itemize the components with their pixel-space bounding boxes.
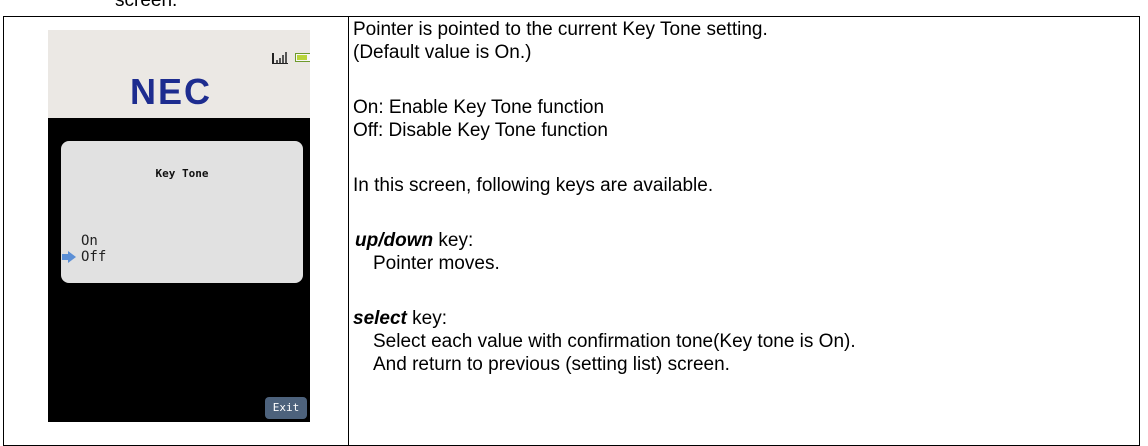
- updown-key-heading: up/down key:: [355, 229, 473, 252]
- exit-button[interactable]: Exit: [265, 397, 307, 419]
- phone-screen: NEC Key Tone On Off Exit: [48, 30, 310, 422]
- off-description: Off: Disable Key Tone function: [353, 120, 608, 141]
- section-heading-cut: screen.: [115, 0, 178, 11]
- screenshot-cell: NEC Key Tone On Off Exit: [3, 16, 349, 446]
- signal-strength-icon: [272, 52, 288, 64]
- updown-key-name: up/down: [355, 230, 434, 251]
- option-off[interactable]: Off: [81, 249, 106, 265]
- panel-title: Key Tone: [155, 167, 209, 180]
- option-on[interactable]: On: [81, 233, 98, 249]
- updown-key-suffix: key:: [433, 230, 474, 251]
- pointer-arrow-icon: [62, 251, 76, 263]
- default-value-note: (Default value is On.): [353, 42, 532, 63]
- select-key-action-1: Select each value with confirmation tone…: [373, 331, 856, 352]
- nec-logo: NEC: [130, 71, 213, 112]
- on-description: On: Enable Key Tone function: [353, 97, 605, 118]
- description-cell: Pointer is pointed to the current Key To…: [348, 16, 1140, 446]
- battery-icon: [295, 53, 310, 62]
- pointer-description: Pointer is pointed to the current Key To…: [353, 19, 768, 40]
- select-key-suffix: key:: [406, 308, 447, 329]
- status-header: NEC: [48, 30, 310, 118]
- keys-intro: In this screen, following keys are avail…: [353, 175, 714, 196]
- select-key-name: select: [353, 308, 407, 329]
- select-key-action-2: And return to previous (setting list) sc…: [373, 354, 730, 375]
- key-tone-panel: Key Tone On Off: [61, 141, 303, 283]
- updown-key-action: Pointer moves.: [373, 253, 500, 274]
- manual-table: NEC Key Tone On Off Exit Pointer is poin…: [3, 16, 1140, 446]
- select-key-heading: select key:: [353, 307, 447, 330]
